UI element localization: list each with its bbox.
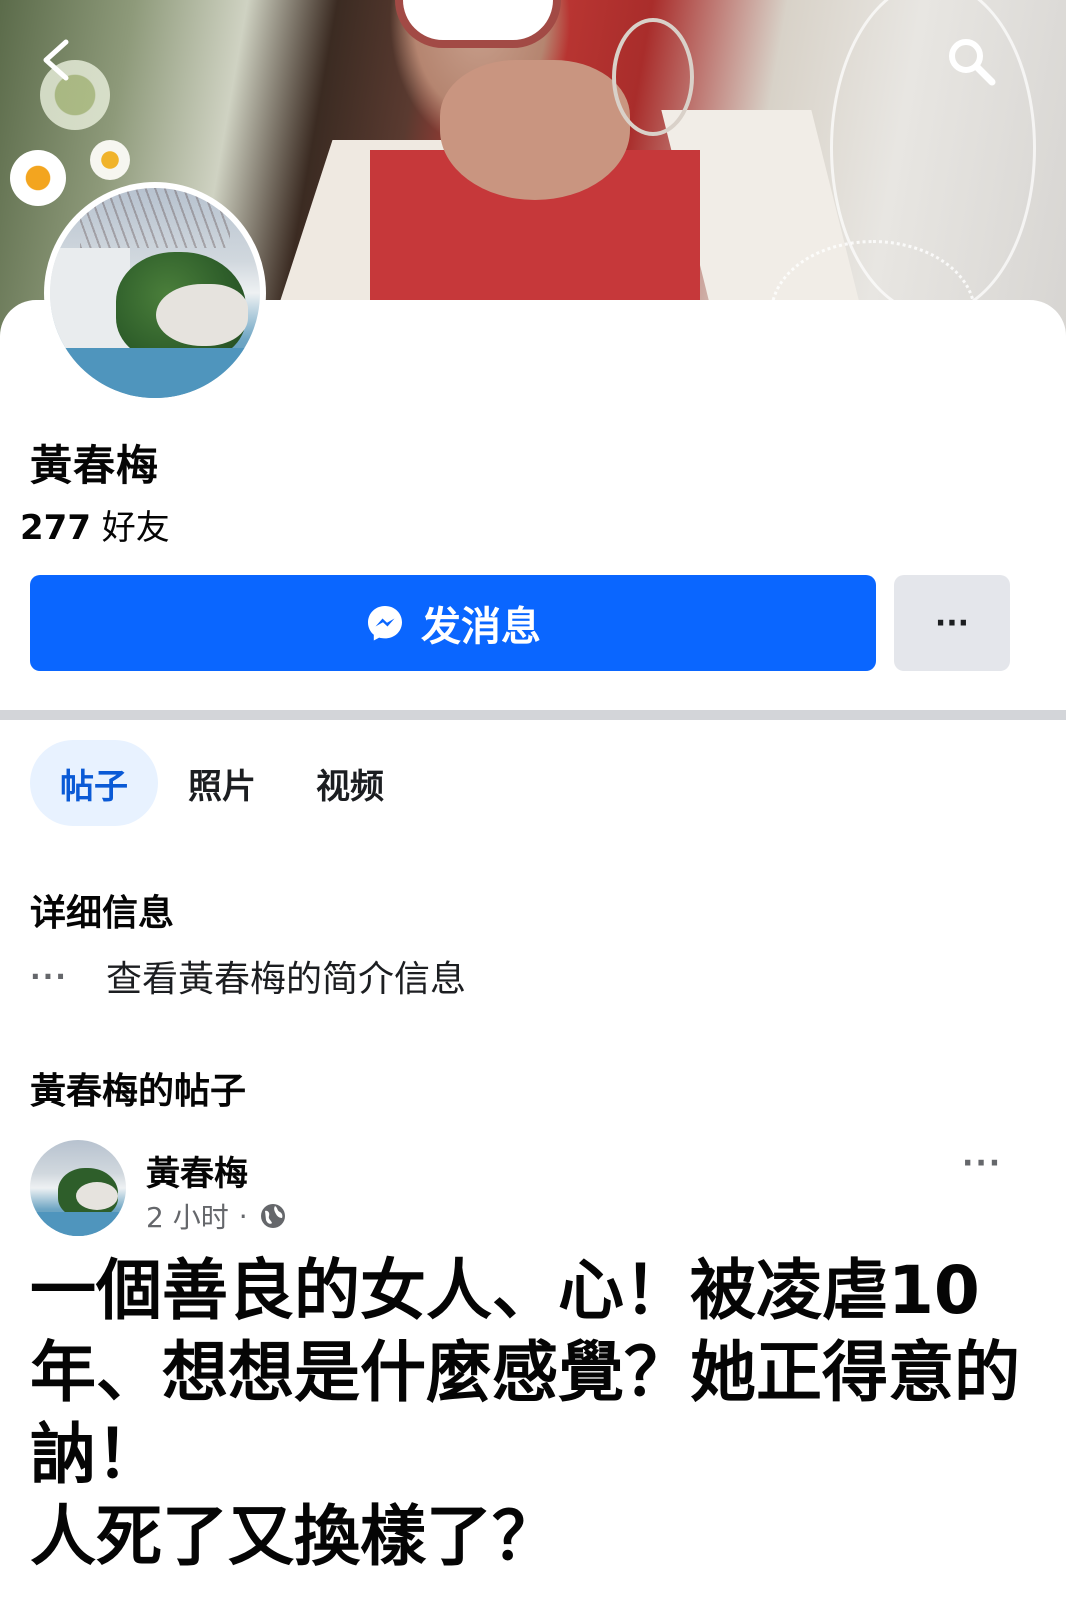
globe-icon: [260, 1204, 285, 1228]
section-divider: [0, 710, 1066, 720]
avatar-image: [50, 188, 260, 398]
profile-tabs: 帖子 照片 视频: [30, 740, 414, 826]
more-dots-icon: ···: [30, 959, 68, 993]
tab-posts[interactable]: 帖子: [30, 740, 158, 826]
send-message-label: 发消息: [421, 604, 541, 650]
cover-decoration: [10, 150, 66, 206]
post-meta: 2 小时 ·: [146, 1196, 288, 1236]
tab-videos[interactable]: 视频: [286, 740, 414, 826]
messenger-icon: [368, 606, 402, 641]
posts-heading: 黃春梅的帖子: [30, 1071, 247, 1112]
profile-avatar[interactable]: [44, 182, 266, 404]
post-author-name[interactable]: 黃春梅: [146, 1146, 248, 1195]
post-author-avatar[interactable]: [30, 1140, 126, 1236]
search-button[interactable]: [944, 34, 1000, 90]
cover-decoration: [395, 0, 561, 48]
post-time[interactable]: 2 小时: [146, 1196, 229, 1236]
profile-name: 黃春梅: [30, 441, 160, 490]
tab-photos[interactable]: 照片: [158, 740, 286, 826]
friends-count[interactable]: 277 好友: [20, 500, 170, 549]
send-message-button[interactable]: 发消息: [30, 575, 876, 671]
cover-decoration: [440, 60, 630, 200]
meta-separator: ·: [238, 1199, 248, 1233]
chevron-left-icon: [43, 39, 69, 81]
friends-label: 好友: [101, 508, 170, 548]
friends-number: 277: [20, 508, 91, 548]
more-dots-icon: ···: [934, 605, 970, 641]
more-options-button[interactable]: ···: [894, 575, 1010, 671]
back-button[interactable]: [34, 36, 78, 84]
cover-decoration: [612, 18, 694, 136]
search-icon: [949, 39, 996, 86]
details-heading: 详细信息: [30, 893, 175, 934]
view-intro-link[interactable]: ··· 查看黃春梅的简介信息: [30, 950, 466, 1002]
post-text: 一個善良的女人、心！被凌虐10 年、想想是什麼感覺？她正得意的 訥！ 人死了又換…: [30, 1252, 1020, 1575]
post-more-button[interactable]: ···: [962, 1146, 1002, 1181]
cover-decoration: [90, 140, 130, 180]
view-intro-text: 查看黃春梅的简介信息: [106, 959, 467, 1000]
